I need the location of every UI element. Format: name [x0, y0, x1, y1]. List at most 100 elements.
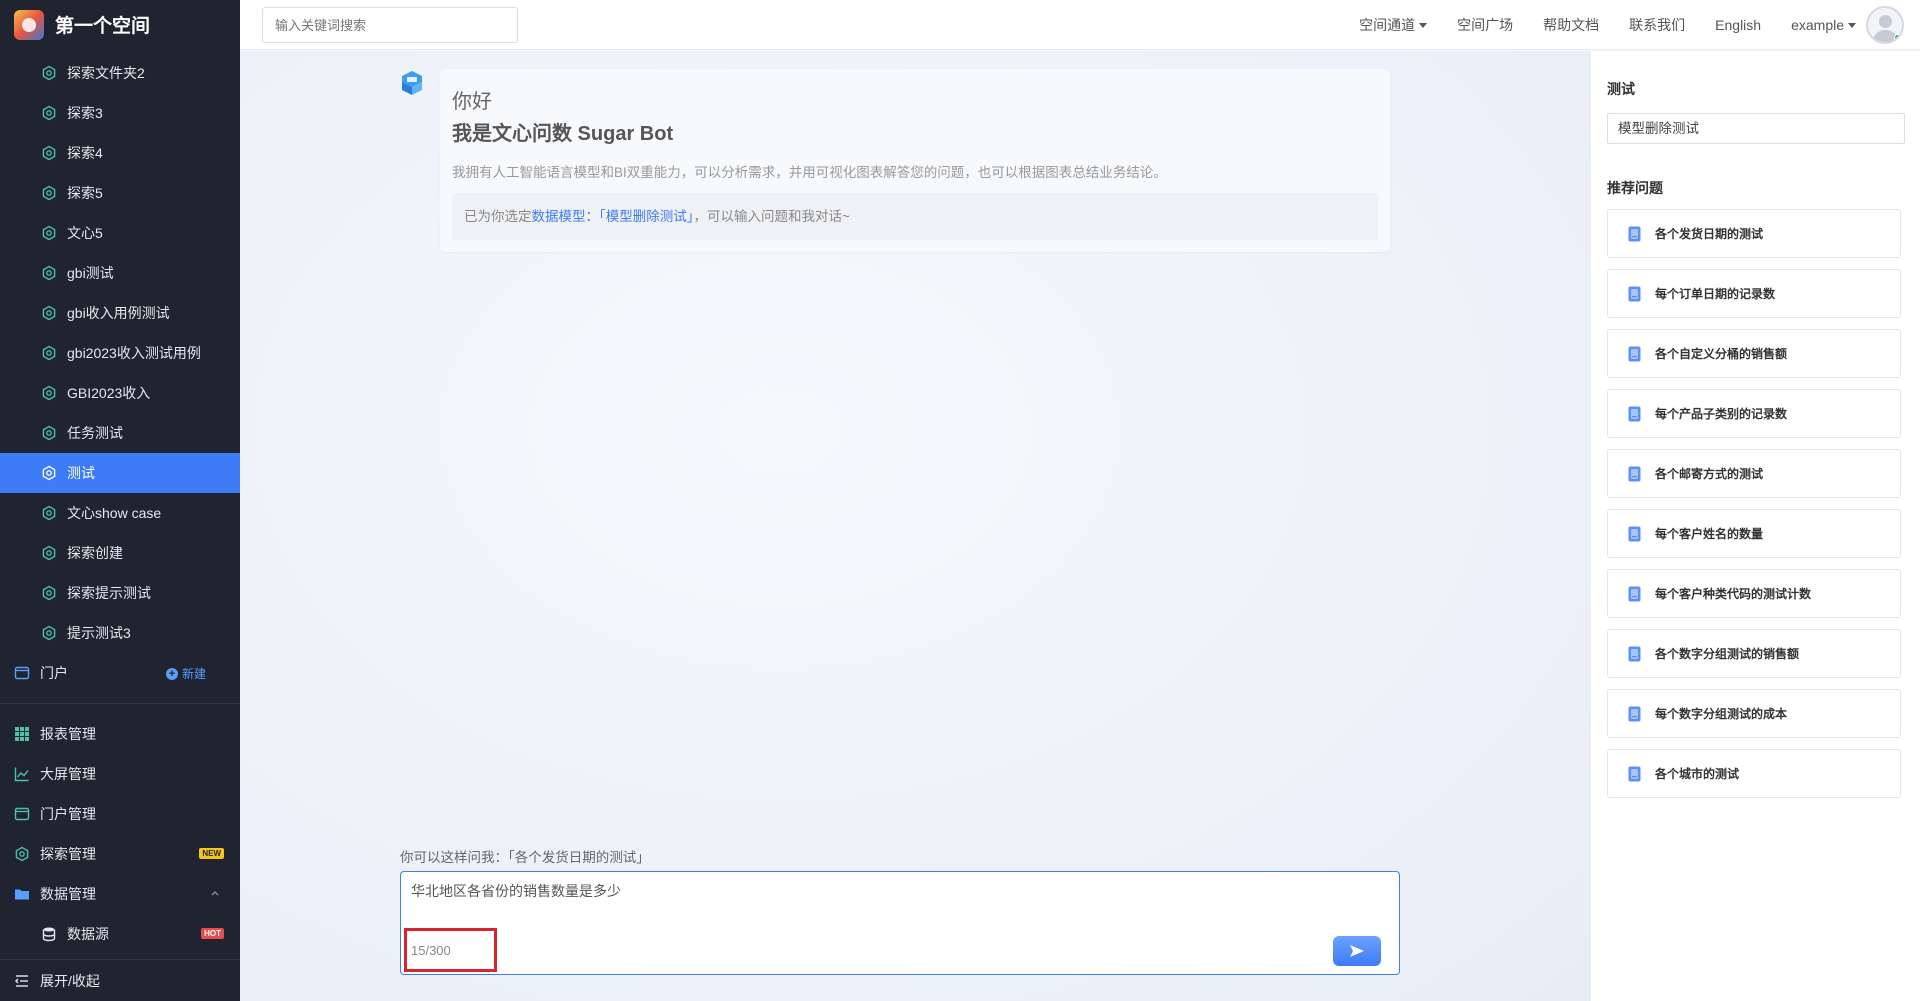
- right-panel: 测试 模型删除测试 推荐问题 各个发货日期的测试每个订单日期的记录数 各个自定义分…: [1590, 51, 1920, 1001]
- hexagon-icon: [42, 505, 56, 521]
- tree-item-label: 任务测试: [67, 425, 123, 441]
- document-icon: [1628, 286, 1641, 301]
- sidebar-tree-item[interactable]: 探索创建: [0, 533, 240, 573]
- space-logo-icon: [14, 9, 44, 40]
- tree-item-label: 文心show case: [67, 505, 162, 521]
- recommend-question[interactable]: 每个订单日期的记录数: [1607, 269, 1901, 318]
- nav-space-channel-label: 空间通道: [1359, 17, 1416, 33]
- sidebar-tree-item[interactable]: 测试: [0, 453, 240, 493]
- tree-item-label: 探索文件夹2: [67, 65, 145, 81]
- hot-badge: HOT: [201, 928, 224, 939]
- sidebar-tree-item[interactable]: gbi测试: [0, 253, 240, 293]
- panel-title: 测试: [1607, 81, 1635, 97]
- sidebar-tree-item[interactable]: 提示测试3: [0, 613, 240, 653]
- recommend-question[interactable]: 每个客户种类代码的测试计数: [1607, 569, 1901, 618]
- sidebar-tree-item[interactable]: gbi2023收入测试用例: [0, 333, 240, 373]
- recommend-question-label: 各个邮寄方式的测试: [1655, 467, 1764, 481]
- recommend-question-label: 各个数字分组测试的销售额: [1655, 647, 1800, 661]
- document-icon: [1628, 586, 1641, 601]
- sidebar-tree-item[interactable]: 探索4: [0, 133, 240, 173]
- plus-icon: +: [165, 667, 178, 680]
- nav-space-square[interactable]: 空间广场: [1457, 15, 1513, 35]
- avatar[interactable]: [1866, 6, 1904, 44]
- sidebar-tree-item[interactable]: 探索文件夹2: [0, 53, 240, 93]
- document-icon: [1628, 646, 1641, 661]
- recommend-question-label: 各个城市的测试: [1655, 767, 1740, 781]
- model-select[interactable]: 模型删除测试: [1607, 113, 1905, 144]
- recommend-question[interactable]: 每个产品子类别的记录数: [1607, 389, 1901, 438]
- hexagon-icon: [42, 465, 56, 481]
- sidebar-tree-item[interactable]: 探索3: [0, 93, 240, 133]
- sidebar-item-datasource[interactable]: 数据源 HOT: [0, 914, 240, 954]
- char-counter: 15/300: [411, 943, 451, 958]
- sidebar-tree-item[interactable]: 文心5: [0, 213, 240, 253]
- selected-prefix: 已为你选定: [464, 209, 532, 224]
- search-input[interactable]: [262, 7, 518, 43]
- brand[interactable]: 第一个空间: [0, 0, 240, 49]
- sidebar-tree-item[interactable]: gbi收入用例测试: [0, 293, 240, 333]
- tree-item-label: 探索4: [67, 145, 103, 161]
- question-input-text[interactable]: 华北地区各省份的销售数量是多少: [411, 881, 621, 901]
- document-icon: [1628, 406, 1641, 421]
- question-input[interactable]: 华北地区各省份的销售数量是多少 15/300: [400, 871, 1400, 975]
- char-counter-highlight: 15/300: [404, 928, 497, 972]
- caret-down-icon: [1419, 22, 1428, 28]
- new-badge: NEW: [199, 848, 224, 859]
- hexagon-icon: [42, 625, 56, 641]
- recommend-question[interactable]: 各个邮寄方式的测试: [1607, 449, 1901, 498]
- recommend-question[interactable]: 各个数字分组测试的销售额: [1607, 629, 1901, 678]
- nav-space-channel[interactable]: 空间通道: [1359, 15, 1428, 35]
- tree-item-label: 探索5: [67, 185, 103, 201]
- selected-model-notice: 已为你选定数据模型：「模型删除测试」，可以输入问题和我对话~: [452, 193, 1378, 240]
- sidebar: 第一个空间 探索文件夹2 探索3 探索4 探索5 文心5 gbi测试 gbi收入用例测试 gb…: [0, 0, 240, 1001]
- sidebar-tree-item[interactable]: 探索5: [0, 173, 240, 213]
- recommend-title: 推荐问题: [1607, 180, 1663, 196]
- new-portal-button[interactable]: + 新建: [165, 665, 206, 682]
- document-icon: [1628, 466, 1641, 481]
- top-nav: 空间通道 空间广场 帮助文档 联系我们 English example: [1329, 0, 1920, 50]
- sidebar-menu-item[interactable]: 报表管理: [0, 714, 240, 754]
- collapse-toggle[interactable]: 展开/收起: [0, 959, 240, 1001]
- nav-user[interactable]: example: [1791, 17, 1856, 33]
- recommend-question[interactable]: 各个城市的测试: [1607, 749, 1901, 798]
- recommend-question-label: 每个客户种类代码的测试计数: [1655, 587, 1812, 601]
- recommend-question[interactable]: 每个数字分组测试的成本: [1607, 689, 1901, 738]
- hexagon-icon: [42, 545, 56, 561]
- hexagon-icon: [42, 145, 56, 161]
- send-button[interactable]: [1333, 936, 1381, 966]
- sidebar-tree-item[interactable]: 文心show case: [0, 493, 240, 533]
- recommend-question-label: 各个发货日期的测试: [1655, 227, 1764, 241]
- sidebar-menu-item[interactable]: 大屏管理: [0, 754, 240, 794]
- selected-model-link[interactable]: 数据模型：「模型删除测试」: [532, 209, 694, 224]
- sidebar-item-portal[interactable]: 门户 + 新建: [0, 653, 240, 693]
- hexagon-icon: [42, 225, 56, 241]
- line-chart-icon: [14, 767, 29, 782]
- nav-help-docs[interactable]: 帮助文档: [1543, 15, 1599, 35]
- hexagon-icon: [42, 585, 56, 601]
- sidebar-menu-item[interactable]: 探索管理 NEW: [0, 834, 240, 874]
- tree-item-label: GBI2023收入: [67, 385, 151, 401]
- hexagon-icon: [42, 105, 56, 121]
- welcome-card: 你好 我是文心问数 Sugar Bot 我拥有人工智能语言模型和BI双重能力，可…: [440, 69, 1390, 252]
- recommend-question-label: 每个数字分组测试的成本: [1655, 707, 1788, 721]
- sidebar-menu-item[interactable]: 门户管理: [0, 794, 240, 834]
- question-hint[interactable]: 你可以这样问我：「各个发货日期的测试」: [400, 846, 650, 866]
- menu-item-label: 数据管理: [40, 886, 96, 902]
- collapse-label: 展开/收起: [40, 972, 100, 989]
- bot-name: 我是文心问数 Sugar Bot: [452, 123, 674, 145]
- hexagon-icon: [42, 265, 56, 281]
- recommend-question[interactable]: 各个发货日期的测试: [1607, 209, 1901, 258]
- sidebar-tree-item[interactable]: 任务测试: [0, 413, 240, 453]
- sidebar-tree-item[interactable]: 探索提示测试: [0, 573, 240, 613]
- nav-contact[interactable]: 联系我们: [1629, 15, 1685, 35]
- recommend-question[interactable]: 每个客户姓名的数量: [1607, 509, 1901, 558]
- sidebar-divider: [0, 703, 240, 704]
- nav-language[interactable]: English: [1715, 17, 1761, 33]
- recommend-list: 各个发货日期的测试每个订单日期的记录数 各个自定义分桶的销售额 每个产品子类别的记录…: [1607, 209, 1901, 809]
- sidebar-menu-item[interactable]: 数据管理: [0, 874, 240, 914]
- hexagon-icon: [15, 846, 29, 862]
- database-icon: [42, 927, 56, 942]
- recommend-question[interactable]: 各个自定义分桶的销售额: [1607, 329, 1901, 378]
- document-icon: [1628, 346, 1641, 361]
- sidebar-tree-item[interactable]: GBI2023收入: [0, 373, 240, 413]
